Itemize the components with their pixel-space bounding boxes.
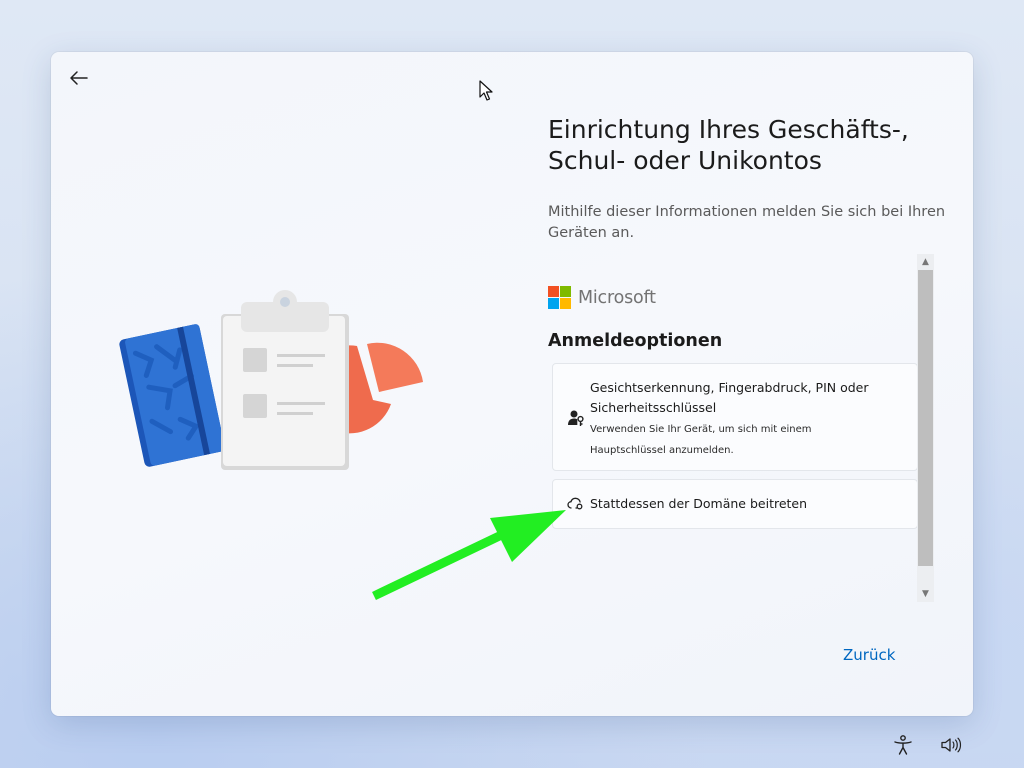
account-illustration xyxy=(119,290,423,470)
cloud-key-icon xyxy=(567,497,583,510)
arrow-left-icon xyxy=(70,71,88,85)
option-join-domain-title: Stattdessen der Domäne beitreten xyxy=(590,496,808,511)
scroll-up-icon[interactable]: ▲ xyxy=(917,254,934,270)
back-link-button[interactable]: Zurück xyxy=(843,646,895,664)
setup-window: Einrichtung Ihres Geschäfts-, Schul- ode… xyxy=(51,52,973,716)
section-title: Anmeldeoptionen xyxy=(548,331,723,351)
options-scrollbar[interactable]: ▲ ▼ xyxy=(917,254,934,602)
page-subtitle: Mithilfe dieser Informationen melden Sie… xyxy=(548,204,946,241)
scroll-thumb[interactable] xyxy=(918,270,933,566)
user-key-icon xyxy=(568,410,584,426)
brand-name: Microsoft xyxy=(578,287,656,308)
option-passkey-description: Verwenden Sie Ihr Gerät, um sich mit ein… xyxy=(590,424,812,456)
scroll-down-icon[interactable]: ▼ xyxy=(917,586,934,602)
signin-options-panel: Microsoft Anmeldeoptionen Gesichtserkenn… xyxy=(548,258,934,602)
microsoft-logo-icon xyxy=(548,286,571,309)
mouse-cursor-icon xyxy=(479,80,493,101)
option-passkey[interactable]: Gesichtserkennung, Fingerabdruck, PIN od… xyxy=(552,363,918,471)
volume-icon[interactable] xyxy=(940,736,962,754)
option-passkey-title: Gesichtserkennung, Fingerabdruck, PIN od… xyxy=(590,380,869,415)
option-join-domain[interactable]: Stattdessen der Domäne beitreten xyxy=(552,479,918,529)
page-title: Einrichtung Ihres Geschäfts-, Schul- ode… xyxy=(548,115,909,175)
accessibility-icon[interactable] xyxy=(892,734,914,756)
back-arrow-button[interactable] xyxy=(65,66,93,90)
microsoft-logo: Microsoft xyxy=(548,286,656,309)
